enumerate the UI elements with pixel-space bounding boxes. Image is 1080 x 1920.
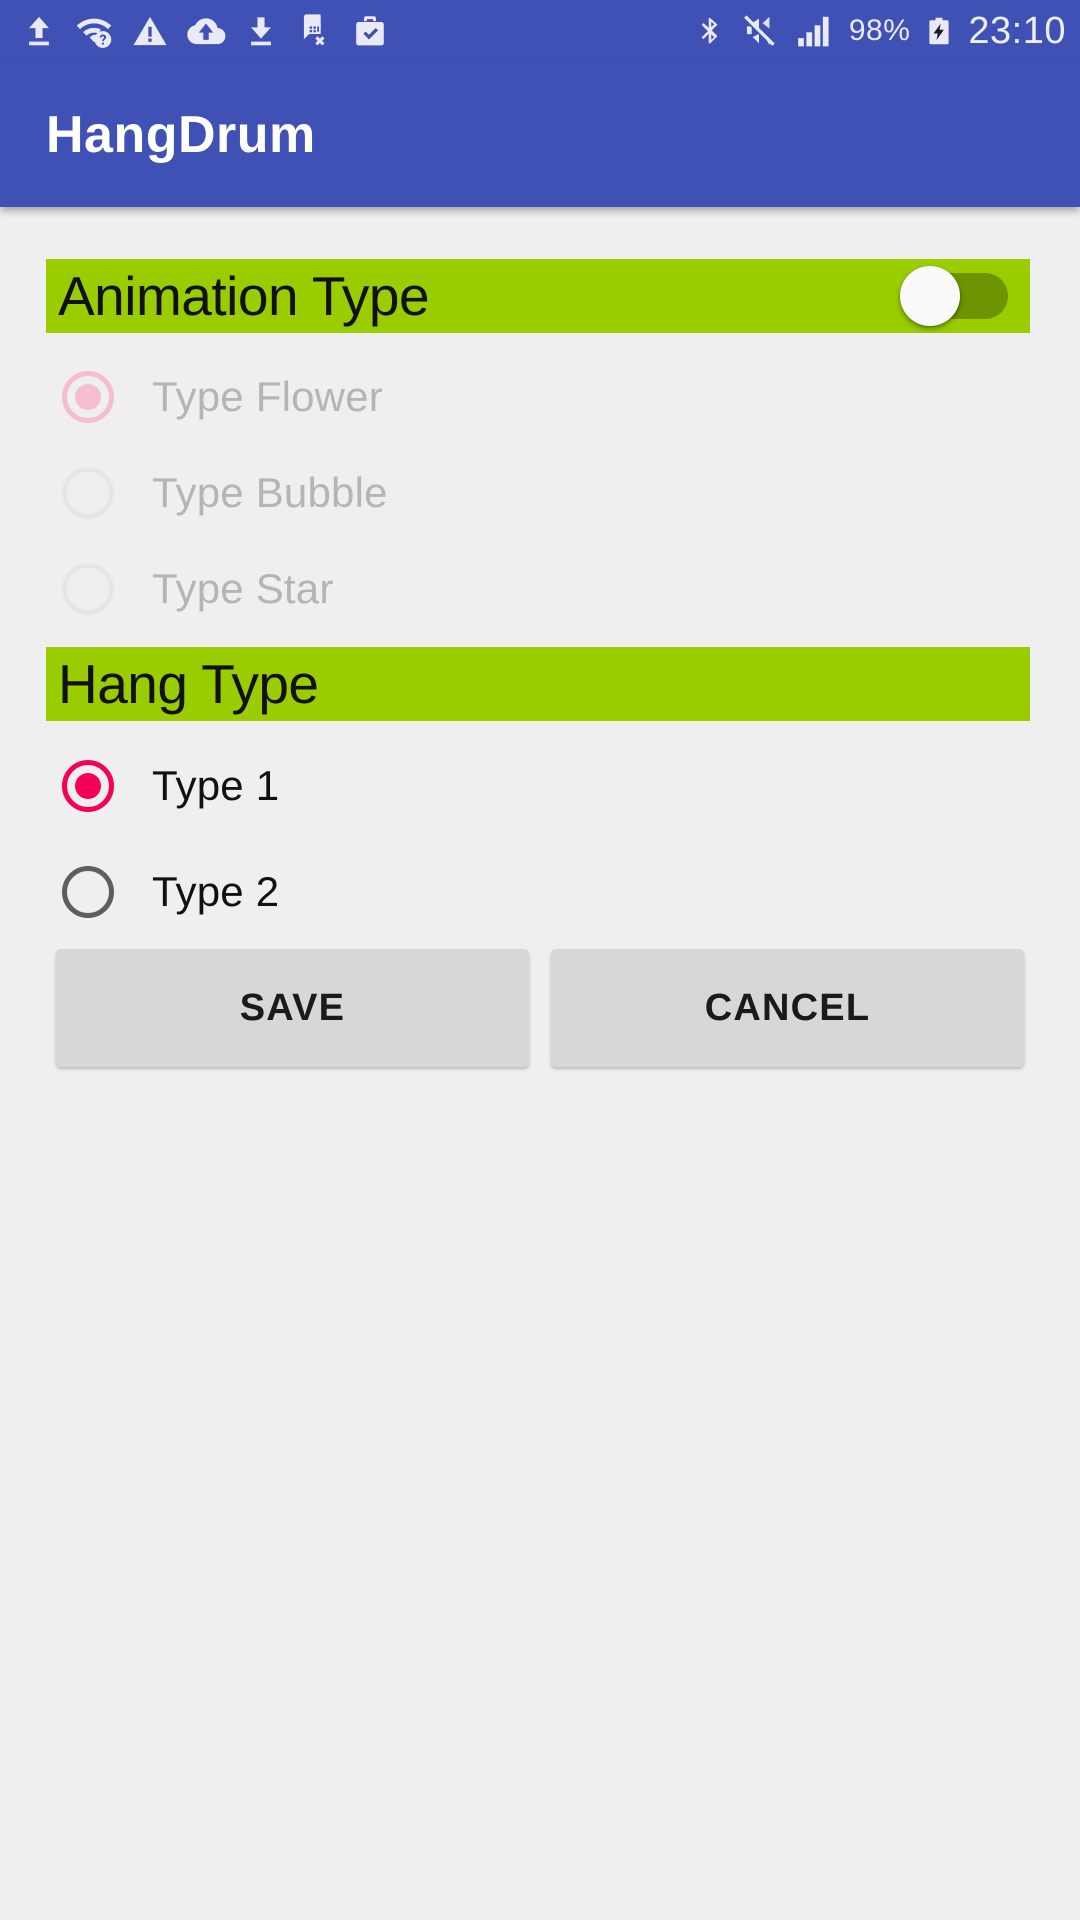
radio-button-icon[interactable] [62, 866, 114, 918]
animation-type-toggle-switch[interactable] [900, 266, 1008, 326]
radio-option-type-star[interactable]: Type Star [0, 541, 1080, 637]
save-button[interactable]: SAVE [56, 949, 529, 1067]
cancel-button[interactable]: CANCEL [551, 949, 1024, 1067]
volume-muted-icon [743, 15, 775, 46]
radio-label: Type 1 [152, 762, 280, 809]
section-header-animation-type: Animation Type [46, 259, 1030, 333]
radio-option-type-flower[interactable]: Type Flower [0, 349, 1080, 445]
radio-label: Type 2 [152, 868, 280, 915]
section-title-animation-type: Animation Type [58, 264, 430, 327]
bluetooth-icon [701, 17, 718, 44]
radio-option-type-1[interactable]: Type 1 [0, 733, 1080, 839]
radio-option-type-2[interactable]: Type 2 [0, 839, 1080, 945]
section-title-hang-type: Hang Type [58, 652, 319, 715]
battery-percent-label: 98% [848, 14, 911, 47]
warning-triangle-icon [133, 16, 167, 46]
radio-label: Type Bubble [152, 469, 388, 516]
status-bar-clock: 23:10 [968, 9, 1066, 52]
battery-charging-icon [929, 17, 950, 45]
action-button-row: SAVE CANCEL [0, 949, 1080, 1067]
status-bar-left-icons [22, 12, 388, 50]
radio-label: Type Flower [152, 373, 383, 420]
radio-label: Type Star [152, 565, 334, 612]
signal-bars-icon [798, 16, 829, 47]
status-bar-right-icons: 98% 23:10 [695, 10, 1066, 53]
download-icon [251, 17, 271, 46]
app-title: HangDrum [46, 105, 316, 164]
radio-button-icon[interactable] [62, 371, 114, 423]
section-header-hang-type: Hang Type [46, 647, 1030, 721]
status-bar: 98% 23:10 [0, 0, 1080, 62]
work-briefcase-check-icon [356, 16, 384, 46]
toggle-thumb [900, 266, 960, 326]
wifi-question-icon [76, 18, 112, 48]
radio-button-icon[interactable] [62, 467, 114, 519]
app-bar: HangDrum [0, 62, 1080, 207]
radio-button-icon[interactable] [62, 760, 114, 812]
radio-button-icon[interactable] [62, 563, 114, 615]
settings-content: Animation Type Type Flower Type Bubble T… [0, 207, 1080, 1920]
sim-card-error-icon [303, 14, 325, 46]
upload-icon [29, 16, 49, 46]
radio-group-hang-type: Type 1 Type 2 [0, 721, 1080, 945]
cloud-upload-icon [187, 18, 226, 45]
radio-option-type-bubble[interactable]: Type Bubble [0, 445, 1080, 541]
radio-group-animation-type: Type Flower Type Bubble Type Star [0, 333, 1080, 647]
